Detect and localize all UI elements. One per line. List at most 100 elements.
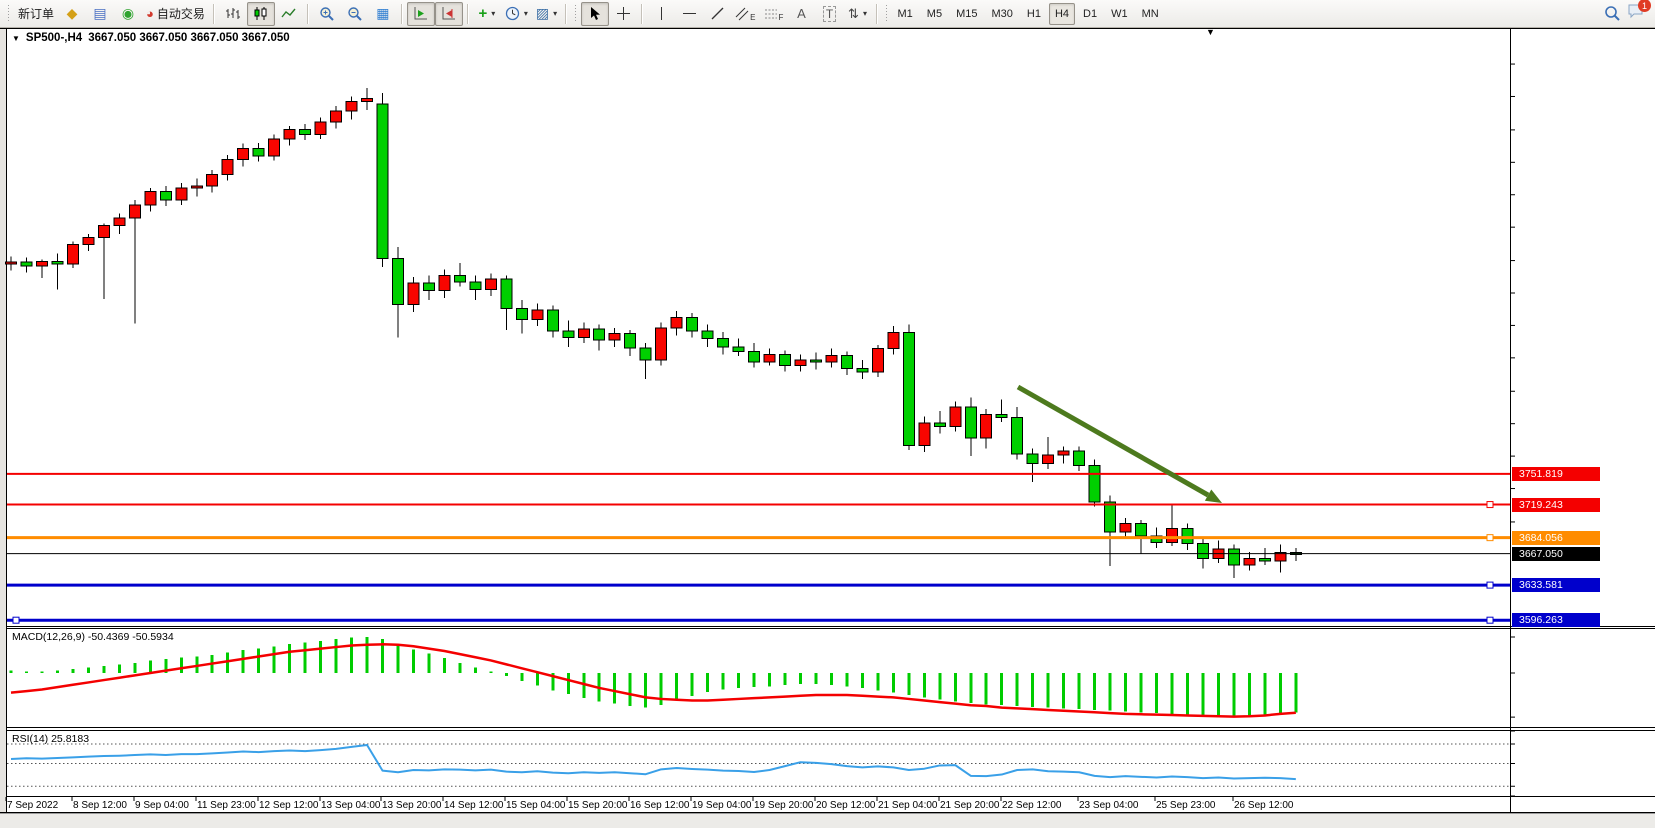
timeframe-button-d1[interactable]: D1 (1077, 3, 1103, 25)
profiles-icon[interactable]: ▤ (86, 2, 114, 26)
time-axis-label: 23 Sep 04:00 (1079, 800, 1139, 811)
auto-trading-icon: ◕ (146, 6, 154, 21)
main-macd-splitter[interactable] (7, 626, 1655, 627)
main-toolbar: 新订单 ◆ ▤ ◉ ◕ 自动交易 (0, 0, 1655, 28)
periods-button[interactable]: ▾ (501, 2, 532, 26)
collapse-triangle-icon[interactable]: ▼ (12, 34, 20, 43)
line-handle[interactable] (1487, 535, 1493, 541)
text-label-tool-button[interactable]: T (816, 2, 844, 26)
zoom-in-icon (319, 6, 335, 22)
timeframe-button-h4[interactable]: H4 (1049, 3, 1075, 25)
auto-scroll-button[interactable] (407, 2, 435, 26)
arrows-tool-button[interactable]: ⇅▾ (844, 2, 872, 26)
market-watch-icon[interactable]: ◉ (114, 2, 142, 26)
last-bar-marker-icon[interactable]: ▼ (1206, 28, 1215, 37)
time-axis-label: 8 Sep 12:00 (73, 800, 127, 811)
search-icon[interactable] (1604, 5, 1621, 22)
horizontal-line-icon (683, 13, 696, 14)
time-axis-label: 11 Sep 23:00 (197, 800, 256, 811)
arrows-icon: ⇅ (848, 6, 859, 22)
time-axis-label: 19 Sep 20:00 (754, 800, 814, 811)
timeframe-button-m5[interactable]: M5 (921, 3, 948, 25)
vertical-line-tool-button[interactable] (647, 2, 675, 26)
timeframe-button-m15[interactable]: M15 (950, 3, 983, 25)
price-level-badge: 3751.819 (1512, 467, 1600, 481)
bar-chart-icon (225, 6, 240, 21)
macd-histogram (10, 637, 1298, 717)
notification-count-badge: 1 (1638, 0, 1651, 12)
chart-plot[interactable] (0, 0, 1655, 828)
time-axis-label: 15 Sep 20:00 (568, 800, 628, 811)
crosshair-icon (616, 6, 631, 21)
time-axis-divider (7, 796, 1655, 797)
timeframe-button-mn[interactable]: MN (1136, 3, 1165, 25)
price-level-badge: 3667.050 (1512, 547, 1600, 561)
chart-shift-button[interactable] (435, 2, 463, 26)
line-handle[interactable] (13, 617, 19, 623)
time-axis-label: 16 Sep 12:00 (630, 800, 690, 811)
tile-windows-icon: ▦ (376, 5, 389, 22)
trendline-tool-button[interactable] (703, 2, 731, 26)
timeframe-button-w1[interactable]: W1 (1105, 3, 1134, 25)
timeframe-button-h1[interactable]: H1 (1021, 3, 1047, 25)
macd-rsi-splitter[interactable] (7, 727, 1655, 728)
fibonacci-icon (764, 7, 778, 21)
timeframe-button-m1[interactable]: M1 (892, 3, 919, 25)
line-chart-type-button[interactable] (275, 2, 303, 26)
chart-frame-left (6, 28, 7, 813)
line-handle[interactable] (1487, 617, 1493, 623)
horizontal-line-tool-button[interactable] (675, 2, 703, 26)
cursor-icon (588, 6, 602, 21)
time-axis-label: 7 Sep 2022 (7, 800, 58, 811)
time-axis-label: 15 Sep 04:00 (506, 800, 566, 811)
separator (876, 4, 878, 24)
templates-button[interactable]: ▨▾ (532, 2, 561, 26)
trendline-icon (710, 6, 725, 21)
time-axis-label: 13 Sep 04:00 (321, 800, 381, 811)
chevron-down-icon: ▾ (553, 9, 557, 18)
separator (641, 4, 643, 24)
separator (401, 4, 403, 24)
bar-chart-type-button[interactable] (219, 2, 247, 26)
auto-scroll-icon (413, 6, 428, 21)
timeframe-toolbar: M1M5M15M30H1H4D1W1MN (892, 3, 1165, 25)
new-order-button[interactable]: 新订单 (14, 2, 58, 26)
candlestick-chart-type-button[interactable] (247, 2, 275, 26)
new-chart-icon[interactable]: ◆ (58, 2, 86, 26)
crosshair-tool-button[interactable] (609, 2, 637, 26)
toolbar-grip (574, 5, 578, 23)
timeframe-button-m30[interactable]: M30 (985, 3, 1018, 25)
candlestick-chart-icon (253, 6, 268, 21)
price-level-badge: 3684.056 (1512, 531, 1600, 545)
text-tool-button[interactable]: A (788, 2, 816, 26)
price-axis[interactable] (1511, 29, 1655, 812)
fibonacci-tool-button[interactable]: F (760, 2, 788, 26)
macd-rsi-splitter2 (7, 730, 1655, 731)
ohlc-values: 3667.050 3667.050 3667.050 3667.050 (88, 32, 289, 44)
chevron-down-icon: ▾ (863, 9, 867, 18)
indicators-button[interactable]: +▾ (473, 2, 501, 26)
clock-icon (505, 6, 520, 21)
line-handle[interactable] (1487, 582, 1493, 588)
cursor-tool-button[interactable] (581, 2, 609, 26)
text-label-icon: T (823, 6, 836, 22)
tile-windows-button[interactable]: ▦ (369, 2, 397, 26)
auto-trading-button[interactable]: ◕ 自动交易 (142, 2, 209, 26)
zoom-out-icon (347, 6, 363, 22)
templates-icon: ▨ (536, 5, 549, 22)
zoom-out-button[interactable] (341, 2, 369, 26)
separator (467, 4, 469, 24)
separator (565, 4, 567, 24)
line-handle[interactable] (1487, 502, 1493, 508)
equidistant-channel-tool-button[interactable]: E (731, 2, 759, 26)
price-axis-divider (1510, 28, 1511, 813)
chart-frame-bottom (0, 812, 1655, 813)
symbol-period-label: SP500-,H4 (26, 32, 82, 44)
trend-arrow[interactable] (1018, 387, 1208, 495)
chevron-down-icon: ▾ (491, 9, 495, 18)
notifications-button[interactable]: 1 (1627, 3, 1645, 24)
text-tool-icon: A (797, 6, 806, 21)
price-level-badge: 3633.581 (1512, 578, 1600, 592)
zoom-in-button[interactable] (313, 2, 341, 26)
trend-arrow-head (1205, 489, 1222, 503)
